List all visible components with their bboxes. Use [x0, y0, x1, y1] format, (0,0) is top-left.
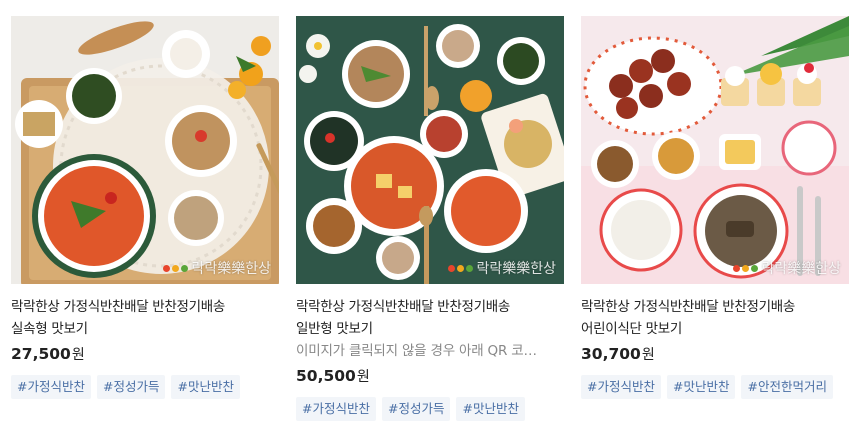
watermark-dots-icon [163, 264, 189, 272]
tag-button[interactable]: #맛난반찬 [666, 375, 736, 399]
tag-button[interactable]: #가정식반찬 [581, 375, 661, 399]
product-title-line1: 락락한상 가정식반찬배달 반찬정기배송 [11, 299, 226, 315]
product-tags-3: #가정식반찬 #맛난반찬 #안전한먹거리 [581, 375, 849, 399]
product-title-line1: 락락한상 가정식반찬배달 반찬정기배송 [296, 299, 511, 315]
product-grid: 락락樂樂한상 락락한상 가정식반찬배달 반찬정기배송 실속형 맛보기 27,50… [0, 0, 855, 440]
watermark-dots-icon [733, 264, 759, 272]
product-title-line2: 실속형 맛보기 [11, 321, 88, 337]
food-photo-1 [11, 16, 279, 284]
price-value: 27,500 [11, 345, 71, 363]
tag-button[interactable]: #가정식반찬 [11, 375, 91, 399]
price-currency: 원 [641, 347, 655, 363]
tag-button[interactable]: #안전한먹거리 [741, 375, 833, 399]
tag-button[interactable]: #정성가득 [96, 375, 166, 399]
product-title-2[interactable]: 락락한상 가정식반찬배달 반찬정기배송 일반형 맛보기 [296, 296, 564, 340]
product-card-3[interactable]: 락락樂樂한상 락락한상 가정식반찬배달 반찬정기배송 어린이식단 맛보기 30,… [581, 16, 849, 399]
watermark-text: 락락樂樂한상 [476, 261, 556, 277]
product-image-2[interactable]: 락락樂樂한상 [296, 16, 564, 284]
tag-button[interactable]: #가정식반찬 [296, 397, 376, 421]
price-currency: 원 [356, 369, 370, 385]
tag-button[interactable]: #맛난반찬 [171, 375, 240, 399]
product-tags-1: #가정식반찬 #정성가득 #맛난반찬 [11, 375, 279, 399]
product-price-1: 27,500원 [11, 342, 279, 367]
tag-button[interactable]: #맛난반찬 [456, 397, 525, 421]
food-photo-3 [581, 16, 849, 284]
product-image-1[interactable]: 락락樂樂한상 [11, 16, 279, 284]
product-image-3[interactable]: 락락樂樂한상 [581, 16, 849, 284]
watermark-text: 락락樂樂한상 [761, 261, 841, 277]
product-title-3[interactable]: 락락한상 가정식반찬배달 반찬정기배송 어린이식단 맛보기 [581, 296, 849, 340]
product-title-line2: 어린이식단 맛보기 [581, 321, 682, 337]
price-value: 30,700 [581, 345, 641, 363]
product-tags-2: #가정식반찬 #정성가득 #맛난반찬 [296, 397, 564, 421]
product-card-1[interactable]: 락락樂樂한상 락락한상 가정식반찬배달 반찬정기배송 실속형 맛보기 27,50… [11, 16, 279, 399]
brand-watermark: 락락樂樂한상 [163, 258, 271, 278]
watermark-dots-icon [448, 264, 474, 272]
brand-watermark: 락락樂樂한상 [733, 258, 841, 278]
price-value: 50,500 [296, 367, 356, 385]
price-currency: 원 [71, 347, 85, 363]
product-price-2: 50,500원 [296, 364, 564, 389]
product-description-2: 이미지가 클릭되지 않을 경우 아래 QR 코드... [296, 343, 542, 359]
brand-watermark: 락락樂樂한상 [448, 258, 556, 278]
product-price-3: 30,700원 [581, 342, 849, 367]
food-photo-2 [296, 16, 564, 284]
product-title-line1: 락락한상 가정식반찬배달 반찬정기배송 [581, 299, 796, 315]
product-title-1[interactable]: 락락한상 가정식반찬배달 반찬정기배송 실속형 맛보기 [11, 296, 279, 340]
product-title-line2: 일반형 맛보기 [296, 321, 373, 337]
product-card-2[interactable]: 락락樂樂한상 락락한상 가정식반찬배달 반찬정기배송 일반형 맛보기 이미지가 … [296, 16, 564, 421]
watermark-text: 락락樂樂한상 [191, 261, 271, 277]
tag-button[interactable]: #정성가득 [381, 397, 451, 421]
